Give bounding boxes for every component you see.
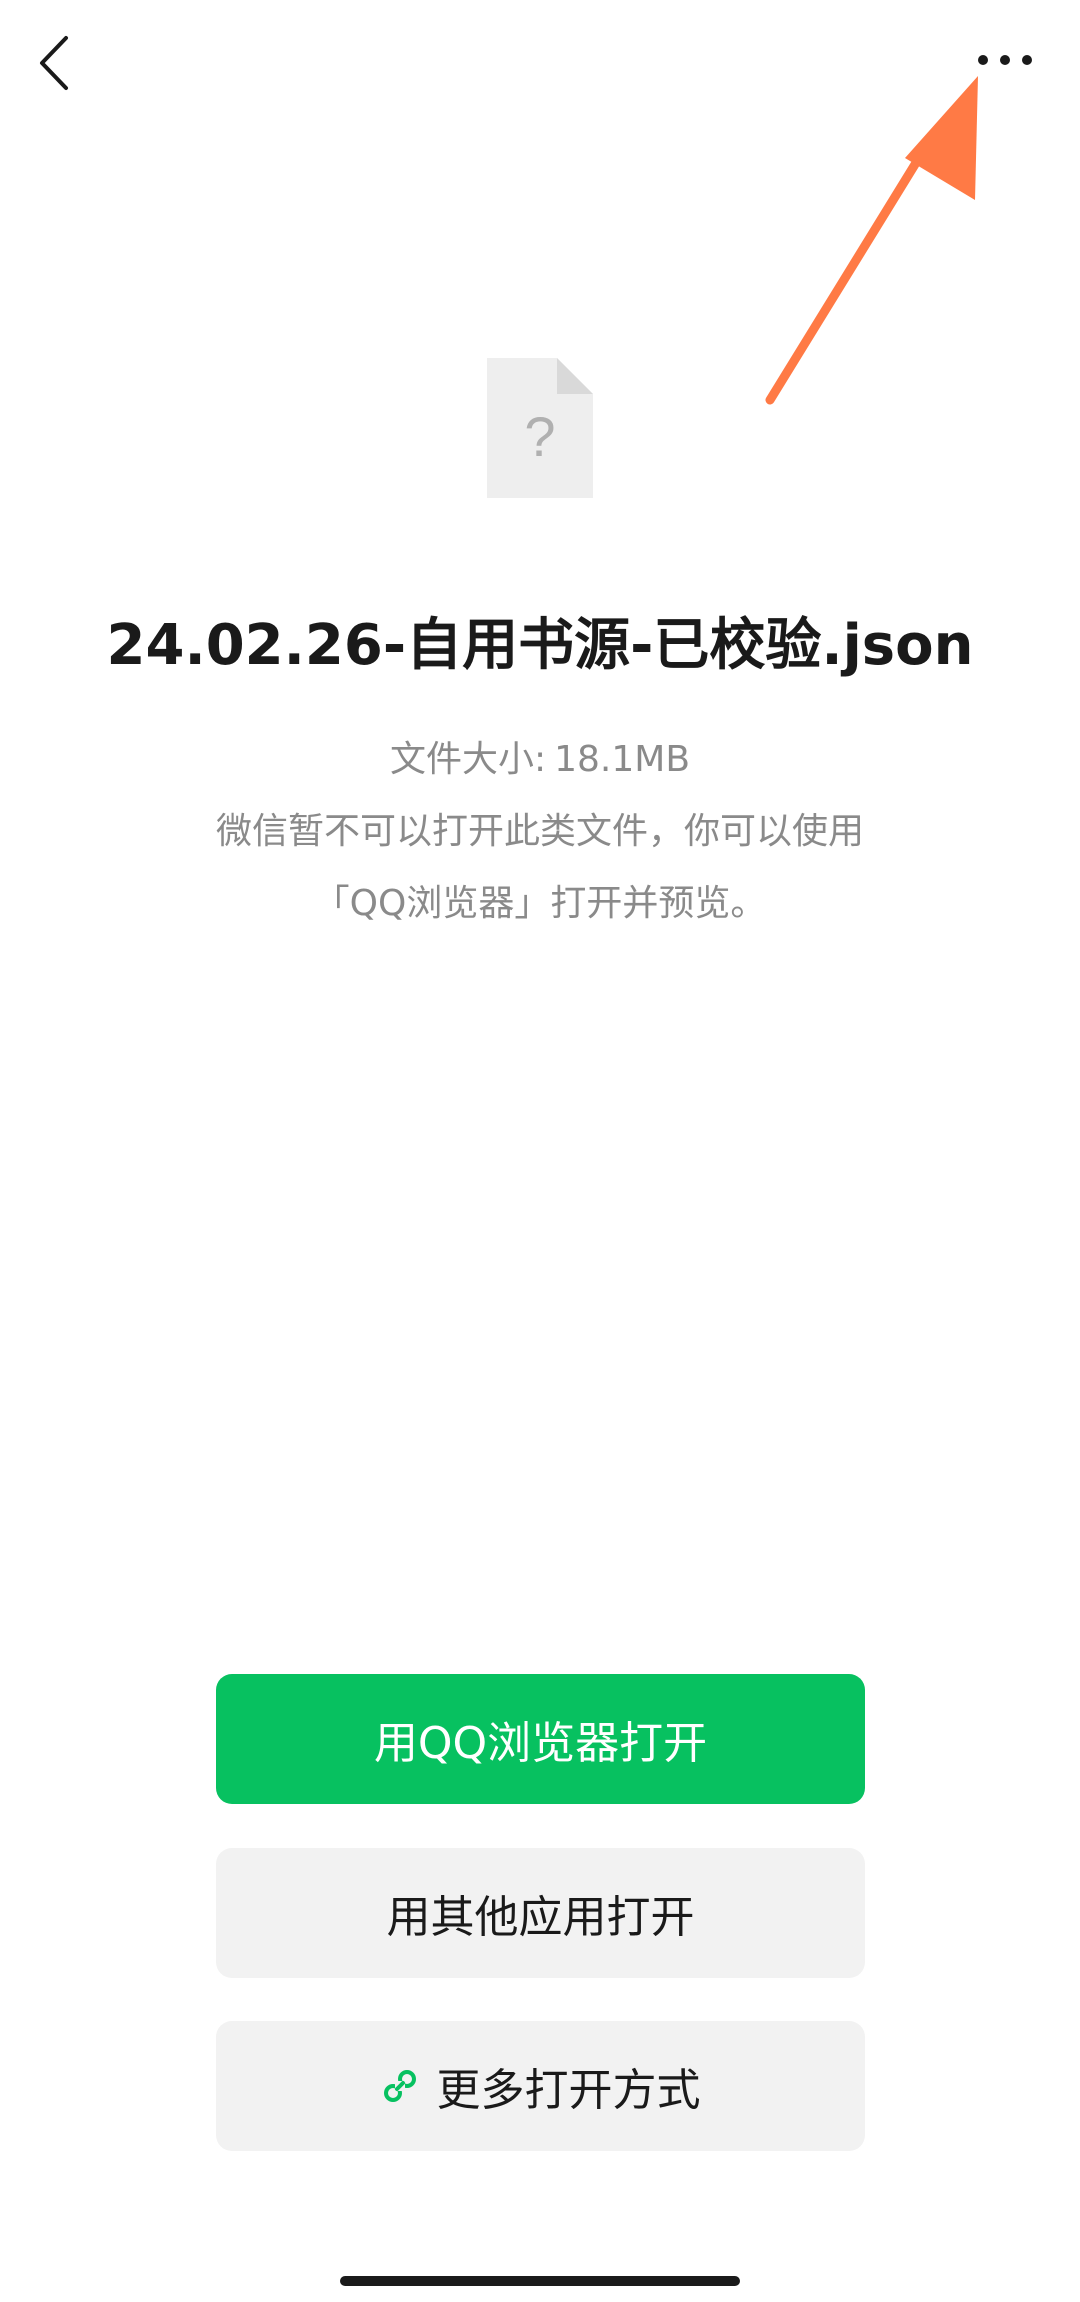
file-size: 文件大小: 18.1MB	[0, 730, 1080, 782]
file-size-label: 文件大小:	[389, 739, 547, 780]
open-with-other-app-button[interactable]: 用其他应用打开	[216, 1848, 865, 1978]
notice-text-line-2: 「QQ浏览器」打开并预览。	[313, 883, 767, 924]
file-preview-screen: ? 24.02.26-自用书源-已校验.json 文件大小: 18.1MB 微信暂…	[0, 0, 1080, 2302]
link-icon	[383, 2070, 416, 2102]
notice-text-line-1: 微信暂不可以打开此类文件，你可以使用	[215, 811, 864, 852]
more-options-button[interactable]	[970, 40, 1040, 80]
file-name: 24.02.26-自用书源-已校验.json	[106, 613, 974, 678]
open-with-qq-browser-label: 用QQ浏览器打开	[373, 1718, 708, 1769]
back-button[interactable]	[28, 28, 88, 98]
home-indicator[interactable]	[340, 2276, 740, 2286]
open-with-qq-browser-button[interactable]: 用QQ浏览器打开	[216, 1674, 865, 1804]
annotation-arrow-icon	[765, 76, 978, 405]
more-open-methods-label: 更多打开方式	[436, 2065, 701, 2116]
more-open-methods-button[interactable]: 更多打开方式	[216, 2021, 865, 2151]
file-size-value: 18.1MB	[554, 739, 691, 780]
svg-text:?: ?	[524, 405, 555, 468]
more-horizontal-icon	[978, 55, 1032, 65]
unknown-file-icon: ?	[487, 358, 593, 498]
open-with-other-app-label: 用其他应用打开	[386, 1892, 695, 1943]
chevron-left-icon	[40, 36, 68, 90]
